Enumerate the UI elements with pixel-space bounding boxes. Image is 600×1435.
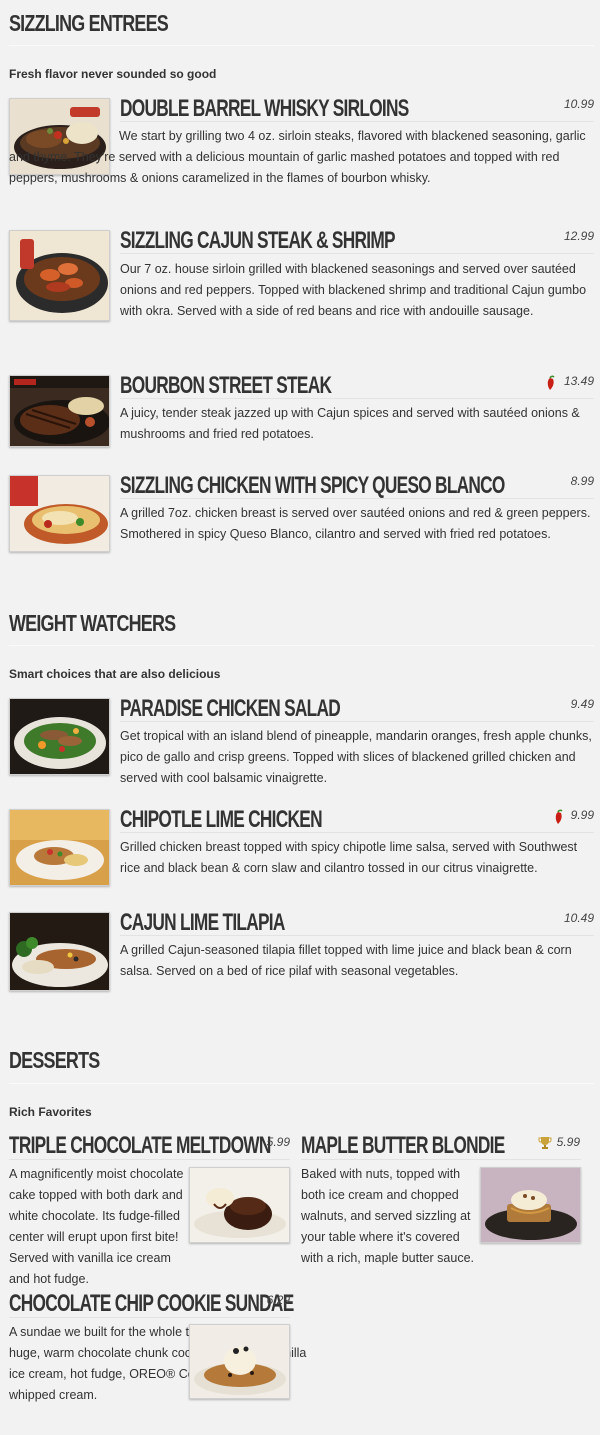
item-divider [120, 935, 594, 936]
item-description: We start by grilling two 4 oz. sirloin s… [9, 129, 586, 185]
item-price: 13.49 [563, 374, 594, 388]
section-subtitle: Fresh flavor never sounded so good [9, 67, 217, 81]
section-divider [9, 645, 594, 646]
section-title-weight-watchers: WEIGHT WATCHERS [9, 610, 176, 636]
item-description: Our 7 oz. house sirloin grilled with bla… [120, 262, 587, 318]
item-description: Grilled chicken breast topped with spicy… [120, 840, 578, 875]
item-description: A grilled Cajun-seasoned tilapia fillet … [120, 943, 572, 978]
item-price: 9.99 [570, 808, 594, 822]
item-name: CAJUN LIME TILAPIA [120, 909, 285, 936]
item-name: SIZZLING CHICKEN WITH SPICY QUESO BLANCO [120, 472, 505, 499]
item-divider [301, 1159, 581, 1160]
item-description: A juicy, tender steak jazzed up with Caj… [120, 406, 580, 441]
section-divider [9, 45, 594, 46]
section-title-desserts: DESSERTS [9, 1047, 100, 1073]
item-divider [120, 398, 594, 399]
dish-photo-sizzling-cajun-steak-shrimp [9, 230, 110, 321]
dish-photo-maple-butter-blondie [480, 1167, 581, 1243]
item-price: 5.99 [266, 1135, 290, 1149]
section-title-sizzling-entrees: SIZZLING ENTREES [9, 10, 169, 36]
item-name: BOURBON STREET STEAK [120, 372, 332, 399]
item-name: PARADISE CHICKEN SALAD [120, 695, 341, 722]
item-description: Baked with nuts, topped with both ice cr… [301, 1167, 474, 1265]
item-name: DOUBLE BARREL WHISKY SIRLOINS [120, 95, 409, 122]
dish-photo-triple-chocolate-meltdown [189, 1167, 290, 1243]
item-divider [9, 1317, 290, 1318]
item-divider [120, 832, 594, 833]
item-name: CHIPOTLE LIME CHICKEN [120, 806, 323, 833]
dish-photo-chocolate-chip-cookie-sundae [189, 1324, 290, 1399]
item-price: 8.99 [570, 474, 594, 488]
item-price: 12.99 [563, 229, 594, 243]
section-subtitle: Smart choices that are also delicious [9, 667, 221, 681]
item-divider [120, 121, 594, 122]
item-name: SIZZLING CAJUN STEAK & SHRIMP [120, 227, 396, 254]
item-divider [120, 721, 594, 722]
item-price: 10.49 [563, 911, 594, 925]
dish-photo-cajun-lime-tilapia [9, 912, 110, 991]
dish-photo-bourbon-street-steak [9, 375, 110, 447]
item-description: A grilled 7oz. chicken breast is served … [120, 506, 591, 541]
section-subtitle: Rich Favorites [9, 1105, 92, 1119]
item-description: Get tropical with an island blend of pin… [120, 729, 592, 785]
item-divider [120, 498, 594, 499]
item-description: A magnificently moist chocolate cake top… [9, 1167, 184, 1286]
item-name: MAPLE BUTTER BLONDIE [301, 1132, 505, 1159]
dish-photo-sizzling-chicken-queso [9, 475, 110, 552]
item-price: 6.29 [266, 1293, 290, 1307]
item-price: 5.99 [556, 1135, 580, 1149]
dish-photo-chipotle-lime-chicken [9, 809, 110, 886]
section-divider [9, 1083, 594, 1084]
item-divider [120, 253, 594, 254]
item-price: 10.99 [563, 97, 594, 111]
item-price: 9.49 [570, 697, 594, 711]
item-divider [9, 1159, 290, 1160]
dish-photo-paradise-chicken-salad [9, 698, 110, 775]
